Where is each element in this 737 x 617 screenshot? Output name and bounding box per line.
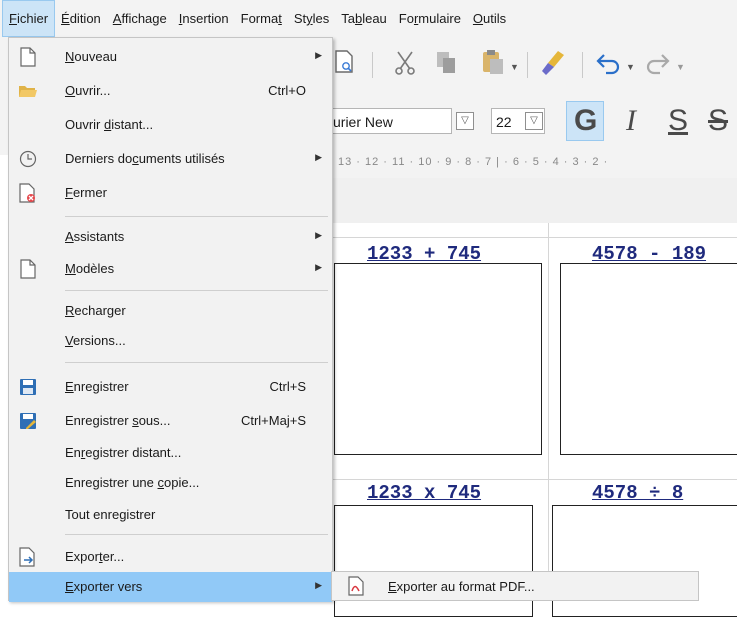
menu-item-label: Exporter vers (65, 579, 143, 594)
menu-item-label: Fermer (65, 185, 107, 200)
menu-item-versions[interactable]: Versions... (9, 326, 332, 356)
submenu-arrow-icon: ▶ (315, 152, 322, 162)
menu-item-label: Exporter... (65, 549, 125, 564)
menu-item-label: Assistants (65, 229, 125, 244)
menu-item-exporter-vers[interactable]: Exporter vers ▶ (9, 572, 332, 602)
pdf-icon (348, 576, 364, 599)
menu-affichage[interactable]: Affichage (107, 0, 173, 37)
horizontal-ruler[interactable]: 13 · 12 · 11 · 10 · 9 · 8 · 7 | · 6 · 5 … (330, 150, 737, 179)
paste-dropdown-icon[interactable]: ▼ (510, 62, 519, 72)
open-folder-icon (17, 80, 39, 102)
submenu-arrow-icon: ▶ (315, 50, 322, 60)
menu-styles[interactable]: Styles (288, 0, 335, 37)
menu-item-label: Versions... (65, 333, 126, 348)
menu-formulaire[interactable]: Formulaire (393, 0, 467, 37)
menu-item-label: Enregistrer sous... (65, 413, 171, 428)
italic-button[interactable]: I (626, 103, 636, 139)
table-gridline-top (330, 237, 737, 238)
undo-dropdown-icon[interactable]: ▼ (626, 62, 635, 72)
redo-dropdown-icon[interactable]: ▼ (676, 62, 685, 72)
menu-insertion[interactable]: Insertion (173, 0, 235, 37)
new-document-icon (17, 46, 39, 68)
menu-item-recharger[interactable]: Recharger (9, 296, 332, 326)
font-name-value: urier New (333, 114, 393, 130)
bold-label: G (574, 104, 598, 137)
menu-item-nouveau[interactable]: Nouveau ▶ (9, 42, 332, 72)
fichier-menu: Nouveau ▶ Ouvrir... Ctrl+O Ouvrir distan… (8, 37, 333, 602)
menu-edition[interactable]: Édition (55, 0, 107, 37)
font-name-box[interactable]: urier New (328, 108, 452, 134)
cell-title-4: 4578 ÷ 8 (592, 482, 684, 504)
menu-item-ouvrir-distant[interactable]: Ouvrir distant... (9, 110, 332, 140)
menu-item-derniers-documents[interactable]: Derniers documents utilisés ▶ (9, 144, 332, 174)
font-size-value: 22 (496, 114, 512, 130)
menu-item-shortcut: Ctrl+Maj+S (240, 413, 306, 428)
menu-item-tout-enregistrer[interactable]: Tout enregistrer (9, 500, 332, 530)
font-name-dropdown-icon[interactable]: ▽ (456, 112, 474, 130)
menu-item-enregistrer-distant[interactable]: Enregistrer distant... (9, 438, 332, 468)
redo-icon[interactable] (644, 51, 670, 75)
ruler-scale: 13 · 12 · 11 · 10 · 9 · 8 · 7 | · 6 · 5 … (338, 156, 609, 168)
submenu-arrow-icon: ▶ (315, 580, 322, 590)
save-icon (17, 376, 39, 398)
page-margin-area (330, 178, 737, 223)
font-size-dropdown-icon[interactable]: ▽ (525, 112, 543, 130)
save-as-icon (17, 410, 39, 432)
menu-item-label: Recharger (65, 303, 126, 318)
menu-separator (65, 362, 328, 363)
menu-item-shortcut: Ctrl+S (269, 379, 306, 394)
recent-clock-icon (17, 148, 39, 170)
table-gridline-mid (330, 479, 737, 480)
print-preview-icon[interactable] (334, 49, 354, 75)
export-icon (17, 546, 39, 568)
submenu-arrow-icon: ▶ (315, 230, 322, 240)
undo-icon[interactable] (596, 51, 622, 75)
copy-icon[interactable] (434, 50, 458, 76)
menu-item-shortcut: Ctrl+O (268, 83, 306, 98)
menu-format[interactable]: Format (235, 0, 288, 37)
close-document-icon (17, 182, 39, 204)
cell-title-2: 4578 - 189 (592, 243, 707, 265)
clone-formatting-icon[interactable] (540, 49, 566, 77)
menu-tableau[interactable]: Tableau (335, 0, 393, 37)
menu-item-label: Enregistrer distant... (65, 445, 182, 460)
underline-button[interactable]: S (668, 103, 688, 139)
cell-title-1: 1233 + 745 (367, 243, 482, 265)
exporter-vers-submenu: Exporter au format PDF... (331, 571, 699, 601)
menu-item-label: Tout enregistrer (65, 507, 156, 522)
answer-box-2[interactable] (560, 263, 737, 455)
menu-item-label: Enregistrer une copie... (65, 475, 200, 490)
menu-item-label: Derniers documents utilisés (65, 151, 225, 166)
menu-item-enregistrer[interactable]: Enregistrer Ctrl+S (9, 372, 332, 402)
menu-item-modeles[interactable]: Modèles ▶ (9, 254, 332, 284)
menu-outils[interactable]: Outils (467, 0, 512, 37)
menu-fichier[interactable]: Fichier (2, 0, 56, 37)
submenu-arrow-icon: ▶ (315, 262, 322, 272)
cell-title-3: 1233 x 745 (367, 482, 482, 504)
menu-item-assistants[interactable]: Assistants ▶ (9, 222, 332, 252)
export-pdf-item[interactable]: Exporter au format PDF... (388, 579, 535, 594)
menu-separator (65, 534, 328, 535)
template-document-icon (17, 258, 39, 280)
table-gridline-vertical (548, 223, 549, 601)
cut-icon[interactable] (393, 50, 417, 76)
menu-item-label: Ouvrir distant... (65, 117, 154, 132)
menu-separator (65, 290, 328, 291)
menu-item-enregistrer-copie[interactable]: Enregistrer une copie... (9, 468, 332, 498)
menu-item-label: Modèles (65, 261, 115, 276)
menu-item-label: Nouveau (65, 49, 118, 64)
answer-box-1[interactable] (334, 263, 542, 455)
paste-icon[interactable] (481, 48, 505, 76)
menu-item-exporter[interactable]: Exporter... (9, 542, 332, 572)
strikethrough-button[interactable]: S (708, 103, 728, 139)
menu-item-enregistrer-sous[interactable]: Enregistrer sous... Ctrl+Maj+S (9, 406, 332, 436)
menu-item-ouvrir[interactable]: Ouvrir... Ctrl+O (9, 76, 332, 106)
menu-item-label: Enregistrer (65, 379, 129, 394)
menu-separator (65, 216, 328, 217)
menu-bar: Fichier Édition Affichage Insertion Form… (0, 0, 737, 37)
menu-item-label: Ouvrir... (65, 83, 111, 98)
menu-item-fermer[interactable]: Fermer (9, 178, 332, 208)
document-page[interactable]: 1233 + 745 4578 - 189 1233 x 745 4578 ÷ … (330, 223, 737, 617)
